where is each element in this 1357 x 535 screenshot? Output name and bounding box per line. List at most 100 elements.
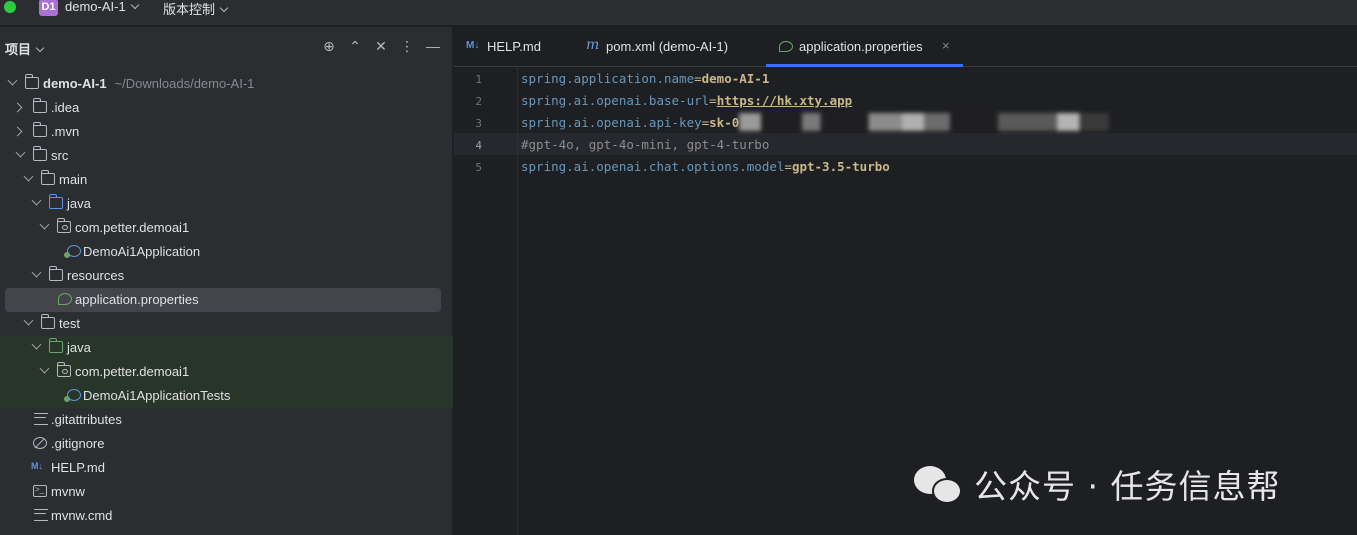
project-badge[interactable]: D1: [39, 0, 58, 16]
folder-icon: [41, 314, 55, 329]
equals-sign: =: [784, 159, 792, 174]
tree-item-label: .gitignore: [51, 436, 105, 451]
options-icon[interactable]: ⋮: [399, 38, 415, 54]
ignore-file-icon: [33, 437, 47, 449]
tree-item-label: demo-AI-1: [43, 76, 107, 91]
tree-item-application-properties[interactable]: application.properties: [5, 288, 441, 312]
tree-item-label: DemoAi1Application: [83, 244, 201, 259]
chevron-down-icon[interactable]: [23, 315, 34, 326]
tree-item-label: main: [59, 172, 88, 187]
property-key: spring.application.name: [521, 71, 695, 86]
code-line[interactable]: spring.ai.openai.api-key=sk-0: [521, 112, 1110, 131]
vcs-menu[interactable]: 版本控制: [163, 0, 229, 18]
hide-icon[interactable]: —: [425, 38, 441, 54]
tree-item-mvnw[interactable]: >_ mvnw: [0, 480, 453, 504]
tree-item-test-package[interactable]: com.petter.demoai1: [0, 360, 453, 384]
chevron-right-icon[interactable]: [12, 102, 23, 113]
spring-leaf-icon: [779, 41, 793, 52]
locate-icon[interactable]: ⊕: [321, 38, 337, 54]
line-number: 1: [475, 73, 482, 86]
tab-label: application.properties: [799, 39, 923, 54]
tree-item-main-java[interactable]: java: [0, 192, 453, 216]
spring-leaf-icon: [58, 293, 72, 305]
property-value: gpt-3.5-turbo: [791, 159, 890, 174]
tree-item-application-class[interactable]: DemoAi1Application: [0, 240, 453, 264]
title-bar: D1 demo-AI-1 版本控制: [0, 0, 1357, 26]
collapse-all-icon[interactable]: ✕: [373, 38, 389, 54]
tree-item-idea[interactable]: .idea: [0, 96, 453, 120]
chevron-down-icon[interactable]: [39, 363, 50, 374]
property-value-url[interactable]: https://hk.xty.app: [717, 93, 852, 108]
tab-label: pom.xml (demo-AI-1): [606, 39, 729, 54]
editor-tabs: M↓ HELP.md m pom.xml (demo-AI-1) applica…: [454, 27, 1357, 67]
tab-help-md[interactable]: M↓ HELP.md: [466, 27, 566, 67]
tree-item-src[interactable]: src: [0, 144, 453, 168]
close-icon[interactable]: ×: [942, 38, 950, 53]
project-selector[interactable]: demo-AI-1: [65, 0, 139, 14]
watermark: 公众号 · 任务信息帮: [914, 460, 1280, 508]
folder-icon: [33, 122, 47, 137]
tree-item-path: ~/Downloads/demo-AI-1: [114, 76, 255, 91]
code-line[interactable]: spring.application.name=demo-AI-1: [521, 71, 769, 86]
text-file-icon: [34, 509, 48, 521]
chevron-down-icon[interactable]: [31, 339, 42, 350]
markdown-icon: M↓: [31, 461, 43, 471]
tree-item-label: HELP.md: [51, 460, 105, 475]
line-number: 2: [475, 95, 482, 108]
tree-item-mvn[interactable]: .mvn: [0, 120, 453, 144]
property-value: demo-AI-1: [701, 71, 770, 86]
tree-item-label: resources: [67, 268, 125, 283]
tree-item-project-root[interactable]: demo-AI-1 ~/Downloads/demo-AI-1: [0, 72, 453, 96]
comment: #gpt-4o, gpt-4o-mini, gpt-4-turbo: [521, 137, 770, 152]
tree-item-gitignore[interactable]: .gitignore: [0, 432, 453, 456]
tree-item-resources[interactable]: resources: [0, 264, 453, 288]
chevron-down-icon[interactable]: [7, 75, 18, 86]
test-class-icon: [64, 389, 81, 402]
vcs-label: 版本控制: [163, 2, 216, 17]
chevron-down-icon[interactable]: [39, 219, 50, 230]
test-folder-icon: [49, 338, 63, 353]
tab-pom-xml[interactable]: m pom.xml (demo-AI-1): [586, 27, 746, 67]
tree-item-main-package[interactable]: com.petter.demoai1: [0, 216, 453, 240]
project-panel-title: 项目: [5, 42, 32, 57]
tree-item-main[interactable]: main: [0, 168, 453, 192]
tree-item-test-java[interactable]: java: [0, 336, 453, 360]
tree-item-label: src: [51, 148, 69, 163]
equals-sign: =: [694, 71, 702, 86]
tree-item-label: DemoAi1ApplicationTests: [83, 388, 231, 403]
tree-item-mvnw-cmd[interactable]: mvnw.cmd: [0, 504, 453, 528]
tree-item-test-class[interactable]: DemoAi1ApplicationTests: [0, 384, 453, 408]
tab-application-properties[interactable]: application.properties ×: [766, 27, 963, 67]
tree-item-test[interactable]: test: [0, 312, 453, 336]
expand-all-icon[interactable]: ⌃: [347, 38, 363, 54]
chevron-right-icon[interactable]: [12, 126, 23, 137]
code-line-current[interactable]: #gpt-4o, gpt-4o-mini, gpt-4-turbo: [521, 137, 769, 152]
redacted-mosaic: [739, 112, 1110, 131]
tree-item-label: application.properties: [75, 292, 199, 307]
chevron-down-icon[interactable]: [15, 147, 26, 158]
text-file-icon: [34, 413, 48, 425]
chevron-down-icon[interactable]: [31, 267, 42, 278]
project-view-selector[interactable]: 项目: [5, 39, 45, 58]
resources-folder-icon: [49, 266, 63, 281]
chevron-down-icon[interactable]: [23, 171, 34, 182]
window-control-icon[interactable]: [4, 1, 16, 13]
package-icon: [57, 362, 71, 377]
editor-area: M↓ HELP.md m pom.xml (demo-AI-1) applica…: [454, 27, 1357, 535]
chevron-down-icon[interactable]: [31, 195, 42, 206]
tree-item-label: com.petter.demoai1: [75, 220, 190, 235]
source-folder-icon: [49, 194, 63, 209]
tree-item-label: .gitattributes: [51, 412, 122, 427]
chevron-down-icon: [35, 43, 45, 53]
tree-item-label: mvnw: [51, 484, 85, 499]
code-line[interactable]: spring.ai.openai.chat.options.model=gpt-…: [521, 159, 890, 174]
line-number-gutter: 1 2 3 4 5: [454, 67, 518, 535]
tree-item-gitattributes[interactable]: .gitattributes: [0, 408, 453, 432]
folder-icon: [33, 98, 47, 113]
package-icon: [57, 218, 71, 233]
wechat-icon: [914, 464, 964, 504]
tree-item-help-md[interactable]: M↓ HELP.md: [0, 456, 453, 480]
tree-item-label: com.petter.demoai1: [75, 364, 190, 379]
code-line[interactable]: spring.ai.openai.base-url=https://hk.xty…: [521, 93, 852, 108]
folder-icon: [33, 146, 47, 161]
